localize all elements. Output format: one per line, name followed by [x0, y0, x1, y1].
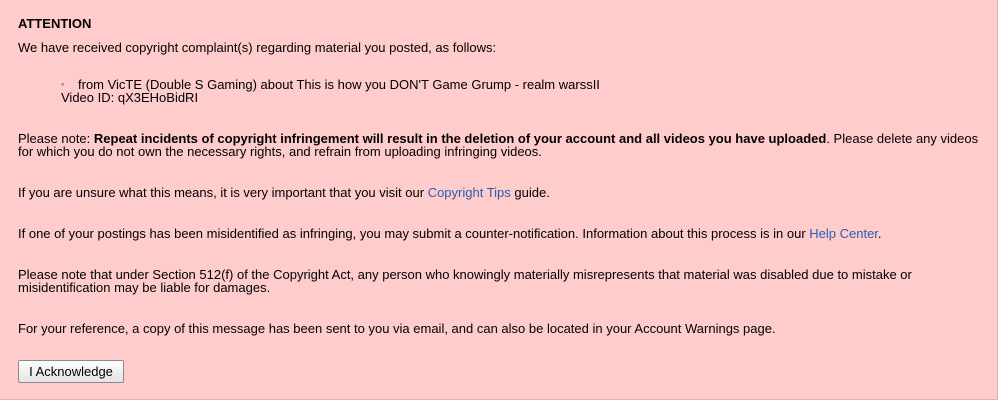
warning-title: ATTENTION [18, 16, 92, 31]
acknowledge-button[interactable]: I Acknowledge [18, 360, 124, 383]
warning-content: ATTENTION We have received copyright com… [18, 17, 984, 335]
counter-notification-text: If one of your postings has been misiden… [18, 227, 984, 240]
tips-prefix: If you are unsure what this means, it is… [18, 185, 428, 200]
repeat-incidents-note: Please note: Repeat incidents of copyrig… [18, 132, 984, 158]
reference-note: For your reference, a copy of this messa… [18, 321, 776, 336]
intro-text: We have received copyright complaint(s) … [18, 40, 497, 55]
copyright-warning-panel: ATTENTION We have received copyright com… [0, 0, 998, 400]
copyright-tips-link[interactable]: Copyright Tips [428, 185, 511, 200]
section-512-note: Please note that under Section 512(f) of… [18, 267, 912, 295]
counter-prefix: If one of your postings has been misiden… [18, 226, 810, 241]
video-id: Video ID: qX3EHoBidRI [61, 90, 199, 105]
copyright-tips-text: If you are unsure what this means, it is… [18, 186, 984, 199]
counter-suffix: . [877, 226, 882, 241]
complaint-line: ◦ from VicTE (Double S Gaming) about This… [61, 78, 984, 91]
complaint-item: ◦ from VicTE (Double S Gaming) about This… [61, 78, 984, 104]
tips-suffix: guide. [510, 185, 550, 200]
help-center-link[interactable]: Help Center [809, 226, 878, 241]
